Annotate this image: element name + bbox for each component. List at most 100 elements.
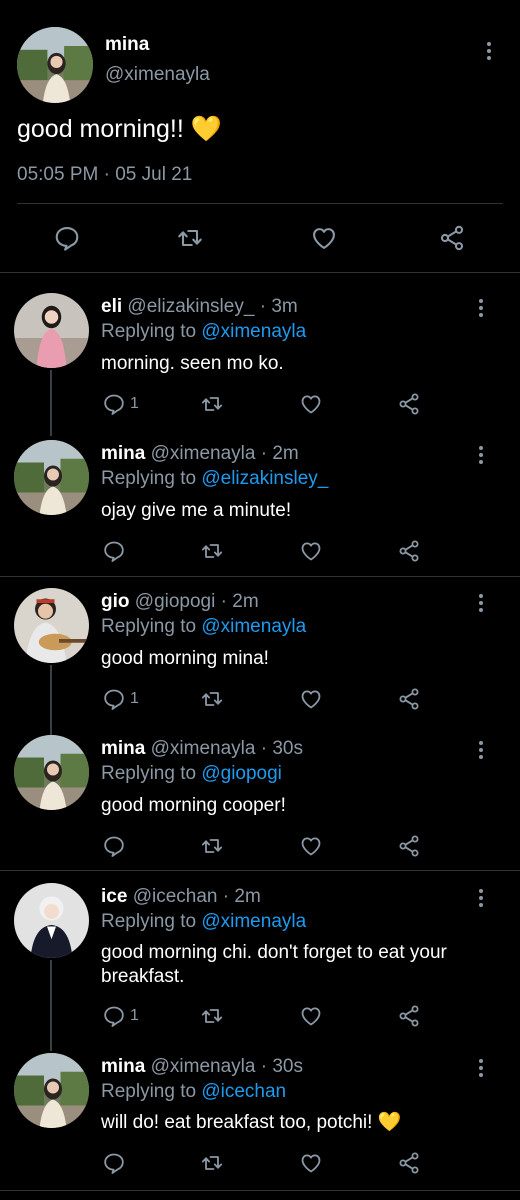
reply-header: gio @giopogi · 2m xyxy=(101,591,259,613)
section-divider xyxy=(0,272,520,273)
replying-to: Replying to @ximenayla xyxy=(101,911,306,933)
reply-comment-icon[interactable] xyxy=(102,834,126,858)
reply-author-handle[interactable]: @ximenayla xyxy=(151,738,256,759)
reply-time: 2m xyxy=(232,591,259,612)
main-tweet-author-name[interactable]: mina xyxy=(105,34,149,56)
reply-like-icon[interactable] xyxy=(299,1151,323,1175)
reply-share-icon[interactable] xyxy=(397,1004,421,1028)
reply-dot: · xyxy=(260,443,268,464)
reply-like-icon[interactable] xyxy=(299,539,323,563)
reply-share-icon[interactable] xyxy=(397,539,421,563)
reply-comment-icon[interactable]: 1 xyxy=(102,1004,139,1028)
reply-retweet-icon[interactable] xyxy=(200,834,224,858)
main-retweet-icon[interactable] xyxy=(176,224,204,252)
replying-to-mention[interactable]: @icechan xyxy=(201,1081,286,1102)
reply-author-handle[interactable]: @giopogi xyxy=(135,591,216,612)
thread-line xyxy=(50,960,52,1051)
reply-comment-icon[interactable]: 1 xyxy=(102,687,139,711)
reply-comment-icon[interactable] xyxy=(102,539,126,563)
main-like-icon[interactable] xyxy=(310,224,338,252)
replying-to-label: Replying to xyxy=(101,616,197,637)
replying-to: Replying to @ximenayla xyxy=(101,616,306,638)
reply-share-icon[interactable] xyxy=(397,392,421,416)
main-tweet-divider xyxy=(17,203,503,204)
reply-time: 2m xyxy=(234,886,261,907)
reply-author-handle[interactable]: @icechan xyxy=(133,886,218,907)
reply-time: 30s xyxy=(272,738,303,759)
reply-text: good morning cooper! xyxy=(101,795,286,816)
reply-time: 2m xyxy=(272,443,299,464)
main-tweet-text: good morning!! 💛 xyxy=(17,114,222,144)
reply-author-handle[interactable]: @ximenayla xyxy=(151,443,256,464)
reply-avatar[interactable] xyxy=(14,440,89,515)
thread-line xyxy=(50,370,52,436)
reply-like-icon[interactable] xyxy=(299,1004,323,1028)
main-share-icon[interactable] xyxy=(438,224,466,252)
reply-avatar[interactable] xyxy=(14,293,89,368)
reply-author-name[interactable]: ice xyxy=(101,886,127,907)
main-tweet-dot: · xyxy=(103,164,110,185)
replying-to-mention[interactable]: @ximenayla xyxy=(201,911,306,932)
reply-header: mina @ximenayla · 30s xyxy=(101,738,303,760)
reply-author-name[interactable]: gio xyxy=(101,591,130,612)
reply-share-icon[interactable] xyxy=(397,687,421,711)
reply-author-name[interactable]: mina xyxy=(101,1056,145,1077)
section-divider xyxy=(0,1190,520,1191)
replying-to-mention[interactable]: @ximenayla xyxy=(201,321,306,342)
reply-retweet-icon[interactable] xyxy=(200,1004,224,1028)
main-tweet-author-handle[interactable]: @ximenayla xyxy=(105,64,210,86)
reply-author-handle[interactable]: @ximenayla xyxy=(151,1056,256,1077)
reply-text-body: will do! eat breakfast too, potchi! xyxy=(101,1112,373,1133)
reply-comment-icon[interactable]: 1 xyxy=(102,392,139,416)
reply-retweet-icon[interactable] xyxy=(200,687,224,711)
reply-share-icon[interactable] xyxy=(397,1151,421,1175)
replying-to: Replying to @elizakinsley_ xyxy=(101,468,328,490)
reply-author-name[interactable]: mina xyxy=(101,443,145,464)
reply-more-icon[interactable] xyxy=(478,741,484,762)
main-comment-icon[interactable] xyxy=(53,224,81,252)
reply-dot: · xyxy=(259,296,267,317)
reply-retweet-icon[interactable] xyxy=(200,1151,224,1175)
reply-count: 1 xyxy=(130,690,139,707)
reply-avatar[interactable] xyxy=(14,735,89,810)
reply-author-name[interactable]: eli xyxy=(101,296,122,317)
main-tweet-time: 05:05 PM xyxy=(17,164,99,185)
reply-retweet-icon[interactable] xyxy=(200,392,224,416)
main-tweet-text-body: good morning!! xyxy=(17,115,184,143)
reply-comment-icon[interactable] xyxy=(102,1151,126,1175)
reply-count: 1 xyxy=(130,395,139,412)
replying-to-mention[interactable]: @elizakinsley_ xyxy=(201,468,328,489)
reply-avatar[interactable] xyxy=(14,883,89,958)
reply-avatar[interactable] xyxy=(14,1053,89,1128)
replying-to: Replying to @icechan xyxy=(101,1081,286,1103)
yellow-heart-emoji: 💛 xyxy=(190,115,222,143)
yellow-heart-emoji: 💛 xyxy=(377,1112,402,1133)
reply-text: morning. seen mo ko. xyxy=(101,353,284,374)
reply-dot: · xyxy=(260,738,268,759)
reply-more-icon[interactable] xyxy=(478,299,484,320)
replying-to: Replying to @giopogi xyxy=(101,763,282,785)
replying-to-mention[interactable]: @ximenayla xyxy=(201,616,306,637)
reply-text: will do! eat breakfast too, potchi! 💛 xyxy=(101,1111,501,1135)
reply-like-icon[interactable] xyxy=(299,834,323,858)
main-tweet-avatar[interactable] xyxy=(17,27,93,103)
reply-more-icon[interactable] xyxy=(478,1059,484,1080)
replying-to: Replying to @ximenayla xyxy=(101,321,306,343)
reply-dot: · xyxy=(260,1056,268,1077)
reply-avatar[interactable] xyxy=(14,588,89,663)
reply-like-icon[interactable] xyxy=(299,687,323,711)
reply-share-icon[interactable] xyxy=(397,834,421,858)
reply-header: ice @icechan · 2m xyxy=(101,886,261,908)
reply-author-name[interactable]: mina xyxy=(101,738,145,759)
replying-to-label: Replying to xyxy=(101,321,197,342)
replying-to-label: Replying to xyxy=(101,911,197,932)
reply-more-icon[interactable] xyxy=(478,889,484,910)
reply-text: good morning chi. don't forget to eat yo… xyxy=(101,942,447,987)
reply-author-handle[interactable]: @elizakinsley_ xyxy=(127,296,254,317)
reply-more-icon[interactable] xyxy=(478,594,484,615)
replying-to-mention[interactable]: @giopogi xyxy=(201,763,282,784)
reply-retweet-icon[interactable] xyxy=(200,539,224,563)
reply-more-icon[interactable] xyxy=(478,446,484,467)
main-tweet-more-icon[interactable] xyxy=(486,42,492,63)
reply-like-icon[interactable] xyxy=(299,392,323,416)
